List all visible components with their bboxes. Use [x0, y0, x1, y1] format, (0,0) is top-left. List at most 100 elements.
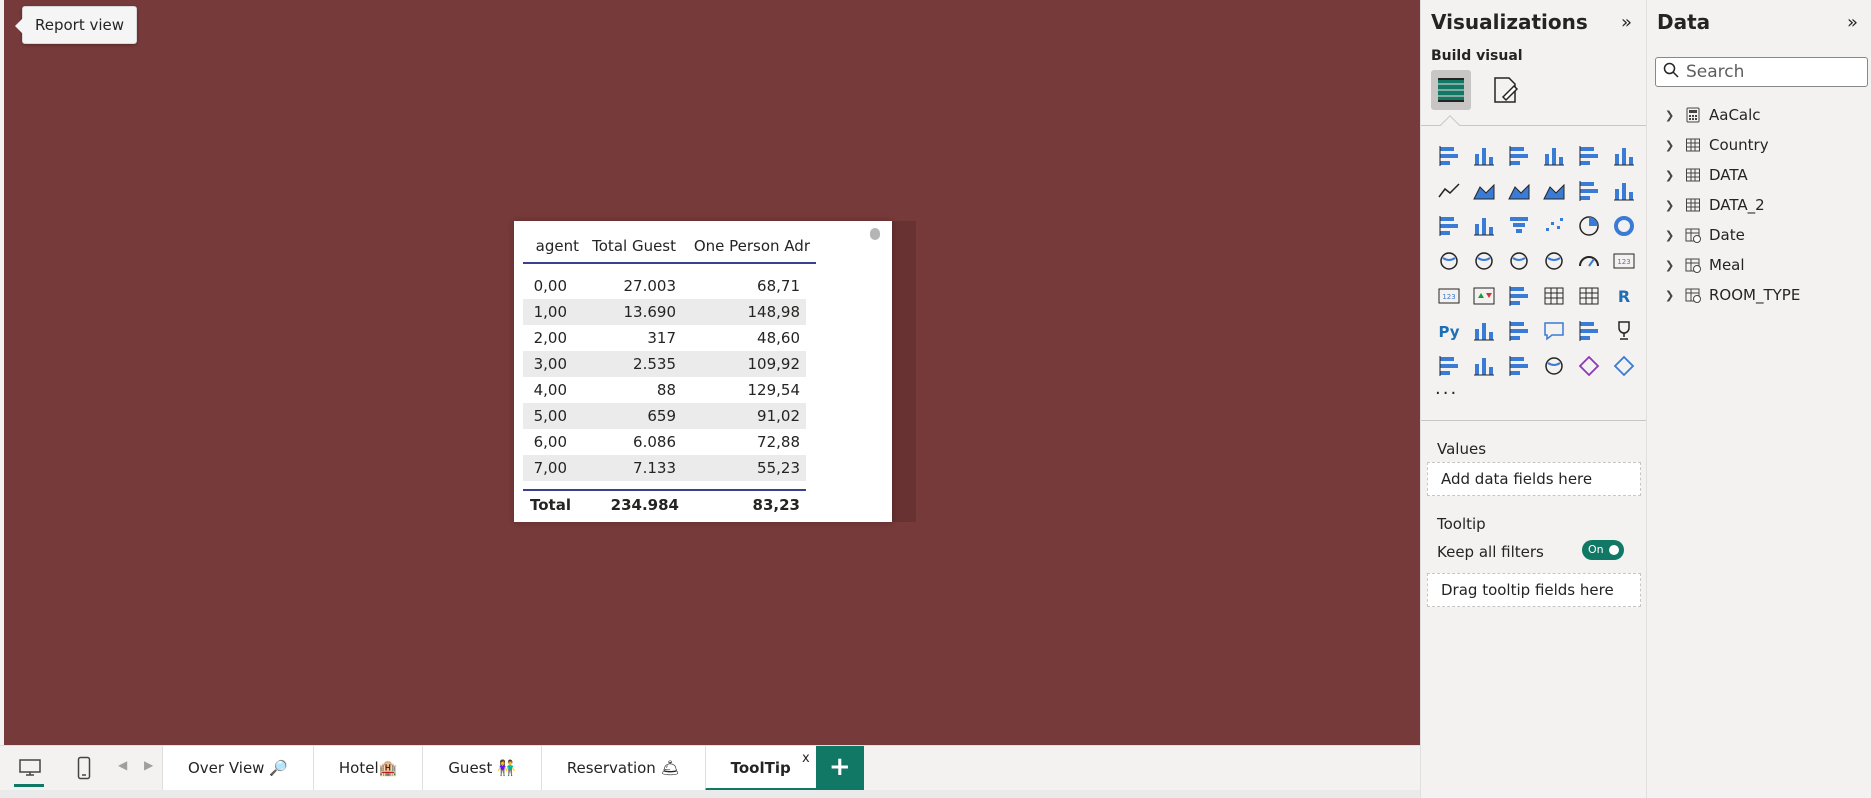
search-input[interactable]	[1686, 62, 1856, 82]
python-visual-icon[interactable]: Py	[1431, 313, 1466, 348]
table-icon[interactable]	[1536, 278, 1571, 313]
table-icon	[1685, 197, 1701, 213]
column-header-agent[interactable]: agent	[523, 229, 585, 264]
line-and-stacked-column-chart-icon[interactable]	[1571, 173, 1606, 208]
slicer-icon[interactable]	[1501, 278, 1536, 313]
mobile-layout-icon[interactable]	[70, 754, 98, 782]
table-row[interactable]: 4,00 88 129,54	[523, 377, 806, 403]
paginated-report-icon[interactable]	[1431, 348, 1466, 383]
data-table-item[interactable]: ❯ DATA	[1665, 160, 1800, 190]
funnel-chart-icon[interactable]	[1501, 208, 1536, 243]
format-visual-button[interactable]	[1485, 70, 1525, 110]
one-person-adr-total: 83,23	[752, 496, 800, 514]
data-table-item[interactable]: ❯ Date	[1665, 220, 1800, 250]
collapse-visualizations-icon[interactable]: »	[1621, 12, 1632, 33]
cell-total-guest: 27.003	[623, 277, 677, 295]
smart-narrative-icon[interactable]	[1571, 313, 1606, 348]
gauge-icon[interactable]	[1571, 243, 1606, 278]
previous-page-icon[interactable]: ◀	[118, 758, 127, 772]
100-stacked-bar-chart-icon[interactable]	[1571, 138, 1606, 173]
table-row[interactable]: 2,00 317 48,60	[523, 325, 806, 351]
get-more-visuals-icon[interactable]	[1606, 348, 1641, 383]
100-stacked-area-chart-icon[interactable]	[1536, 173, 1571, 208]
table-row[interactable]: 1,00 13.690 148,98	[523, 299, 806, 325]
arcgis-map-icon[interactable]	[1536, 348, 1571, 383]
build-visual-button[interactable]	[1431, 70, 1471, 110]
data-title: Data	[1657, 10, 1711, 34]
chevron-right-icon[interactable]: ❯	[1665, 199, 1681, 212]
key-influencers-icon[interactable]	[1466, 313, 1501, 348]
metrics-icon[interactable]	[1606, 313, 1641, 348]
clustered-column-chart-icon[interactable]	[1536, 138, 1571, 173]
donut-chart-icon[interactable]	[1606, 208, 1641, 243]
treemap-icon[interactable]	[1431, 243, 1466, 278]
r-visual-icon[interactable]: R	[1606, 278, 1641, 313]
100-stacked-column-chart-icon[interactable]	[1606, 138, 1641, 173]
chevron-right-icon[interactable]: ❯	[1665, 139, 1681, 152]
data-table-item[interactable]: ❯ AaCalc	[1665, 100, 1800, 130]
tab-hotel[interactable]: Hotel🏨	[312, 746, 423, 791]
table-row[interactable]: 0,00 27.003 68,71	[523, 273, 806, 299]
chevron-right-icon[interactable]: ❯	[1665, 229, 1681, 242]
line-and-clustered-column-chart-icon[interactable]	[1606, 173, 1641, 208]
data-table-label: Date	[1709, 226, 1745, 244]
table-row[interactable]: 3,00 2.535 109,92	[523, 351, 806, 377]
pie-chart-icon[interactable]	[1571, 208, 1606, 243]
data-table-item[interactable]: ❯ DATA_2	[1665, 190, 1800, 220]
table-row[interactable]: 5,00 659 91,02	[523, 403, 806, 429]
column-header-total-guest[interactable]: Total Guest	[585, 229, 682, 264]
close-tab-icon[interactable]: x	[802, 736, 810, 781]
report-canvas[interactable]: Report view agent Total Guest One Person…	[4, 0, 1420, 745]
azure-map-icon[interactable]	[1536, 243, 1571, 278]
tab-reservation[interactable]: Reservation 🛎	[540, 746, 705, 791]
kpi-icon[interactable]	[1466, 278, 1501, 313]
stacked-area-chart-icon[interactable]	[1501, 173, 1536, 208]
add-page-button[interactable]: +	[815, 746, 864, 791]
decomposition-tree-icon[interactable]	[1501, 313, 1536, 348]
stacked-column-chart-icon[interactable]	[1466, 138, 1501, 173]
power-apps-icon[interactable]	[1466, 348, 1501, 383]
scatter-chart-icon[interactable]	[1536, 208, 1571, 243]
collapse-data-icon[interactable]: »	[1847, 12, 1858, 33]
data-table-item[interactable]: ❯ Meal	[1665, 250, 1800, 280]
more-visuals-icon[interactable]: ···	[1435, 383, 1458, 404]
chevron-right-icon[interactable]: ❯	[1665, 289, 1681, 302]
chevron-right-icon[interactable]: ❯	[1665, 169, 1681, 182]
matrix-icon[interactable]	[1571, 278, 1606, 313]
table-row[interactable]: 7,00 7.133 55,23	[523, 455, 806, 481]
ribbon-chart-icon[interactable]	[1431, 208, 1466, 243]
custom-visual-icon[interactable]	[1571, 348, 1606, 383]
tab-guest[interactable]: Guest 👫	[422, 746, 541, 791]
power-automate-icon[interactable]	[1501, 348, 1536, 383]
desktop-layout-icon[interactable]	[16, 754, 44, 782]
svg-text:123: 123	[1442, 293, 1455, 301]
multi-row-card-icon[interactable]: 123	[1431, 278, 1466, 313]
map-icon[interactable]	[1466, 243, 1501, 278]
chevron-right-icon[interactable]: ❯	[1665, 109, 1681, 122]
tab-label: Reservation 🛎	[566, 759, 680, 777]
qa-icon[interactable]	[1536, 313, 1571, 348]
keep-all-filters-toggle[interactable]: On	[1582, 540, 1624, 560]
tab-over-view[interactable]: Over View 🔎	[162, 746, 313, 791]
tooltip-drop-zone[interactable]: Drag tooltip fields here	[1427, 573, 1641, 607]
table-row[interactable]: 6,00 6.086 72,88	[523, 429, 806, 455]
values-drop-zone[interactable]: Add data fields here	[1427, 462, 1641, 496]
waterfall-chart-icon[interactable]	[1466, 208, 1501, 243]
data-search-box[interactable]	[1655, 57, 1868, 87]
line-chart-icon[interactable]	[1431, 173, 1466, 208]
card-icon[interactable]: 123	[1606, 243, 1641, 278]
table-visual[interactable]: agent Total Guest One Person Adr 0,00 27.…	[514, 221, 892, 522]
clustered-bar-chart-icon[interactable]	[1501, 138, 1536, 173]
area-chart-icon[interactable]	[1466, 173, 1501, 208]
table-icon	[1685, 167, 1701, 183]
stacked-bar-chart-icon[interactable]	[1431, 138, 1466, 173]
tab-tooltip[interactable]: ToolTip x	[704, 746, 816, 791]
data-table-item[interactable]: ❯ Country	[1665, 130, 1800, 160]
chevron-right-icon[interactable]: ❯	[1665, 259, 1681, 272]
next-page-icon[interactable]: ▶	[144, 758, 153, 772]
data-table-item[interactable]: ❯ ROOM_TYPE	[1665, 280, 1800, 310]
scrollbar-thumb[interactable]	[870, 228, 880, 240]
column-header-one-person-adr[interactable]: One Person Adr	[682, 229, 816, 264]
filled-map-icon[interactable]	[1501, 243, 1536, 278]
table-row[interactable]: 8,003.04877,75	[523, 481, 806, 485]
